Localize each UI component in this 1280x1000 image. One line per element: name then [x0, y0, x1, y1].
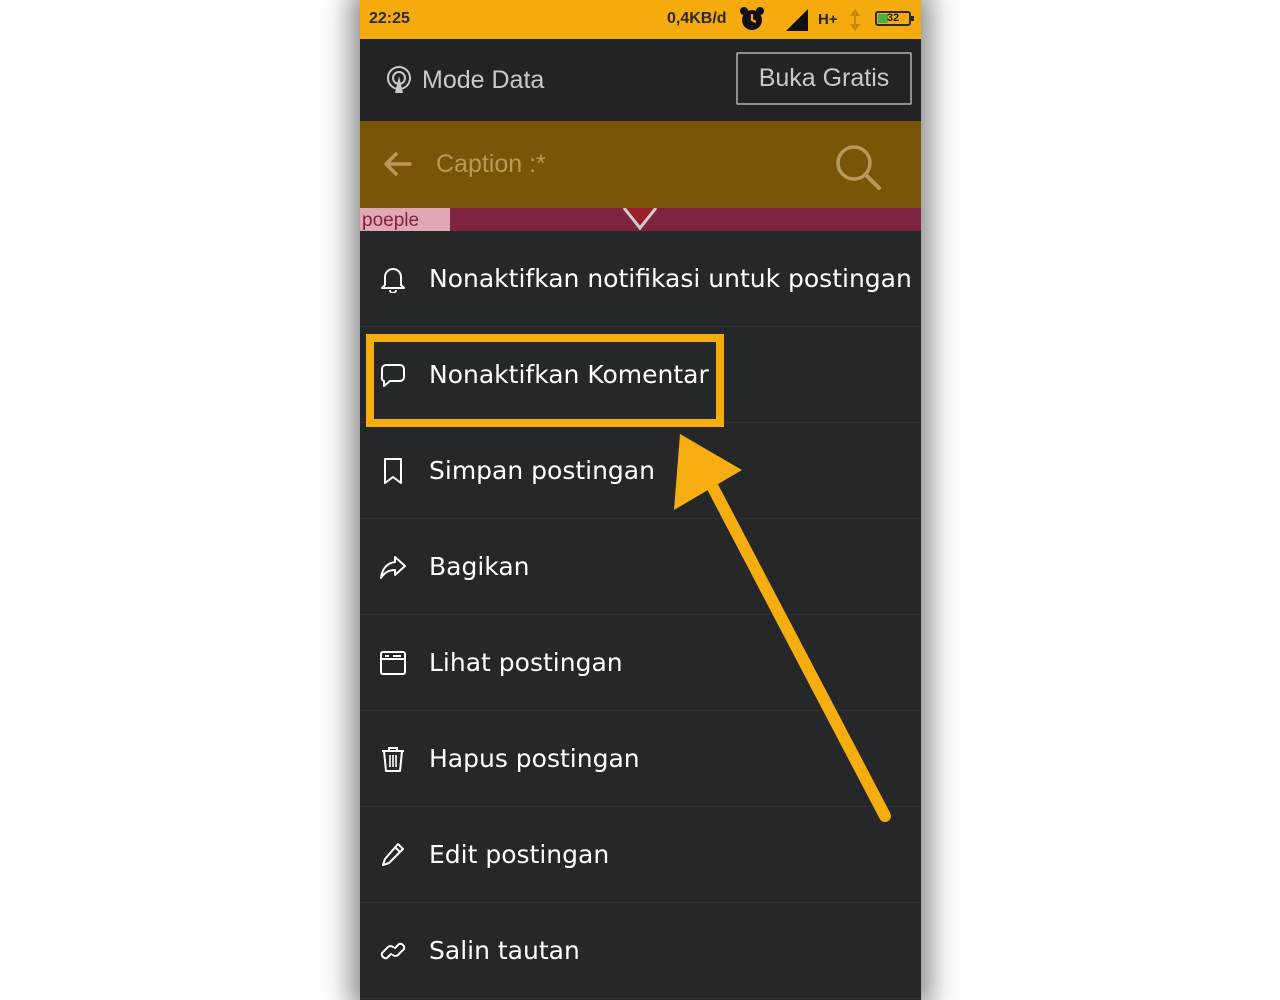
- bell-icon: [380, 265, 406, 294]
- trash-icon: [380, 745, 406, 773]
- post-image-peek: poeple: [360, 208, 921, 231]
- status-time: 22:25: [369, 10, 410, 27]
- menu-item-label: Bagikan: [429, 552, 530, 581]
- link-icon: [380, 937, 406, 965]
- data-mode-label: Mode Data: [422, 66, 545, 94]
- menu-item-label: Salin tautan: [429, 936, 580, 965]
- alarm-clock-icon: [739, 6, 765, 37]
- menu-item-disable-notifications[interactable]: Nonaktifkan notifikasi untuk postingan i…: [360, 231, 921, 327]
- network-type: H+: [818, 11, 838, 28]
- status-net-speed: 0,4KB/d: [667, 10, 727, 27]
- battery-tip: [911, 16, 914, 21]
- signal-icon: [785, 8, 809, 37]
- annotation-arrow: [674, 434, 891, 822]
- menu-item-label: Lihat postingan: [429, 648, 623, 677]
- search-icon[interactable]: [834, 143, 882, 195]
- back-arrow-icon[interactable]: [382, 151, 412, 181]
- menu-item-copy-link[interactable]: Salin tautan: [360, 903, 921, 999]
- menu-item-label: Hapus postingan: [429, 744, 640, 773]
- view-post-icon: [380, 649, 406, 677]
- battery-icon: 32: [875, 11, 914, 26]
- page-title: Caption :*: [436, 150, 546, 178]
- post-peek-text: poeple: [360, 208, 450, 231]
- bookmark-icon: [380, 457, 406, 485]
- data-arrows-icon: [849, 8, 861, 37]
- status-bar: 22:25 0,4KB/d H+ 32: [360, 0, 921, 39]
- data-mode-icon: [385, 66, 413, 98]
- menu-item-label: Nonaktifkan notifikasi untuk postingan i…: [429, 264, 921, 293]
- heart-icon: [622, 208, 658, 231]
- share-icon: [380, 553, 406, 581]
- buka-gratis-button[interactable]: Buka Gratis: [736, 52, 912, 105]
- data-mode-bar: Mode Data Buka Gratis: [360, 39, 921, 121]
- pencil-icon: [380, 841, 406, 869]
- annotation-highlight-box: [366, 334, 724, 427]
- battery-level: 32: [886, 12, 900, 24]
- menu-item-label: Simpan postingan: [429, 456, 655, 485]
- menu-item-label: Edit postingan: [429, 840, 610, 869]
- app-bar: Caption :*: [360, 121, 921, 208]
